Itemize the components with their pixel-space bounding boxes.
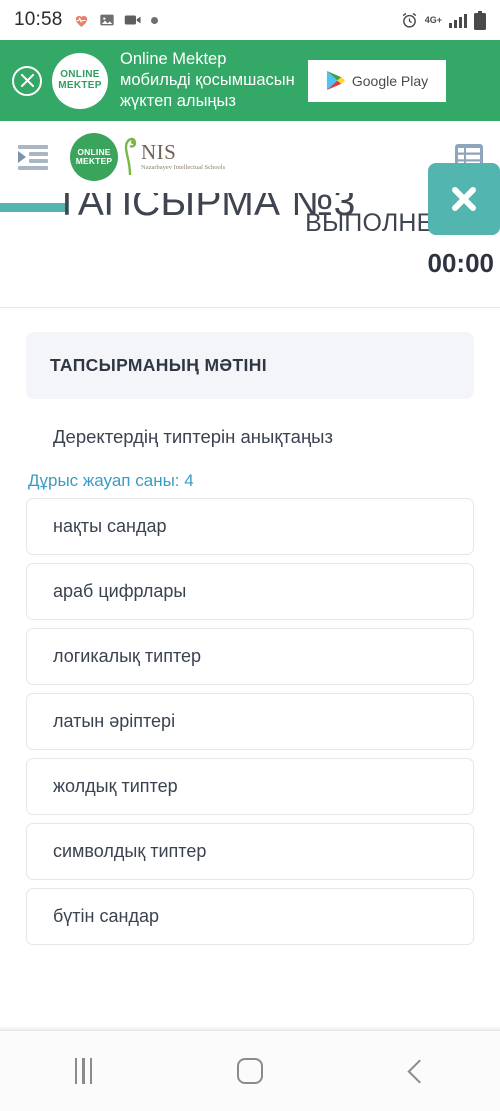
dot-icon	[150, 16, 158, 24]
nis-logo: NIS Nazarbayev Intellectual Schools	[122, 137, 225, 177]
nis-main-text: NIS	[141, 139, 177, 164]
mobile-data-icon: 4G+	[424, 14, 442, 25]
timer-value: 00:00	[427, 248, 495, 278]
answer-option[interactable]: логикалық типтер	[26, 628, 474, 686]
status-time: 10:58	[14, 9, 63, 30]
signal-bars-icon	[449, 13, 467, 28]
task-content: ТАПСЫРМАНЫҢ МӘТІНІ Деректердің типтерін …	[0, 308, 500, 946]
answer-option[interactable]: нақты сандар	[26, 498, 474, 556]
promo-text: Online Mektep мобильді қосымшасын жүктеп…	[120, 49, 295, 111]
google-play-icon	[326, 70, 345, 91]
answer-option[interactable]: латын әріптері	[26, 693, 474, 751]
promo-online-mektep-logo: ONLINE MEKTEP	[52, 52, 108, 109]
image-icon	[99, 12, 115, 28]
back-icon	[407, 1058, 432, 1084]
phone-screen: 10:58 4G+ ONLINE MEKTEP Online Mektep мо…	[0, 0, 500, 1111]
task-text-heading-card: ТАПСЫРМАНЫҢ МӘТІНІ	[26, 332, 474, 399]
close-x-icon	[452, 187, 476, 211]
home-icon	[236, 1058, 263, 1084]
task-title-band: ТАПСЫРМА №3 ВЫПОЛНЕНИЕ: 00:00	[0, 193, 500, 307]
close-task-button[interactable]	[428, 163, 500, 235]
video-camera-icon	[124, 13, 142, 27]
site-header: ONLINE MEKTEP NIS Nazarbayev Intellectua…	[0, 121, 500, 193]
answer-count-label: Дұрыс жауап саны: 4	[28, 471, 194, 491]
google-play-button[interactable]: Google Play	[308, 59, 446, 102]
answer-option[interactable]: жолдық типтер	[26, 758, 474, 816]
answer-option[interactable]: араб цифрлары	[26, 563, 474, 621]
recents-button[interactable]	[48, 1041, 118, 1101]
battery-icon	[474, 10, 486, 30]
header-online-mektep-logo: ONLINE MEKTEP	[70, 133, 118, 181]
promo-close-button[interactable]	[12, 65, 42, 96]
answer-option[interactable]: бүтін сандар	[26, 888, 474, 946]
heart-rate-icon	[73, 12, 90, 29]
header-logo-line2: MEKTEP	[75, 156, 113, 166]
nis-text-block: NIS Nazarbayev Intellectual Schools	[141, 139, 226, 172]
nis-sub-text: Nazarbayev Intellectual Schools	[141, 163, 226, 171]
list-indent-icon[interactable]	[16, 142, 50, 172]
nis-sprout-icon	[124, 137, 137, 176]
recents-icon	[74, 1058, 93, 1084]
back-button[interactable]	[382, 1041, 452, 1101]
answer-option[interactable]: символдық типтер	[26, 823, 474, 881]
alarm-icon	[401, 12, 418, 29]
status-right-icons: 4G+	[401, 10, 486, 30]
promo-logo-line2: MEKTEP	[58, 79, 102, 91]
status-bar: 10:58 4G+	[0, 0, 500, 40]
question-text: Деректердің типтерін анықтаңыз	[53, 426, 333, 447]
android-nav-bar	[0, 1030, 500, 1111]
status-left-icons	[73, 12, 158, 29]
promo-logo-line1: ONLINE	[60, 68, 100, 80]
google-play-label: Google Play	[351, 72, 429, 89]
home-button[interactable]	[215, 1041, 285, 1101]
promo-banner: ONLINE MEKTEP Online Mektep мобильді қос…	[0, 40, 500, 121]
answer-options-list: нақты сандар араб цифрлары логикалық тип…	[26, 498, 474, 946]
